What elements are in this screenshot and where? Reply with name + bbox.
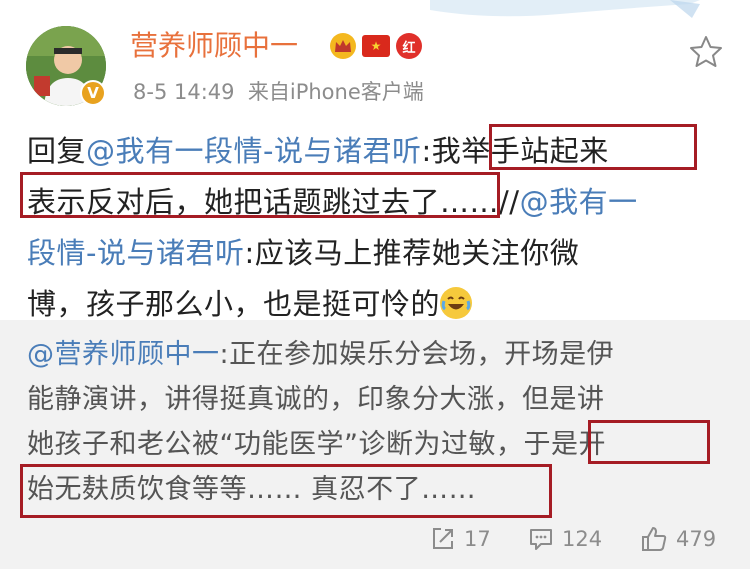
repost-count: 17 [464, 527, 491, 551]
comment-count: 124 [562, 527, 603, 551]
comment-icon [530, 529, 552, 550]
post-meta: 8-5 14:49 来自iPhone客户端 [133, 76, 424, 106]
quote-line-1: @营养师顾中一:正在参加娱乐分会场，开场是伊 [27, 332, 727, 377]
quote-line-2: 能静演讲，讲得挺真诚的，印象分大涨，但是讲 [27, 377, 727, 422]
like-icon [642, 527, 667, 551]
crown-icon [330, 33, 356, 59]
mention-link[interactable]: @我有一段情-说与诸君听 [86, 134, 421, 168]
quote-text-1: :正在参加娱乐分会场，开场是伊 [219, 339, 615, 370]
username[interactable]: 营养师顾中一 [130, 28, 298, 64]
repost-icon [433, 528, 453, 549]
quote-mention-link[interactable]: @营养师顾中一 [27, 339, 220, 370]
top-decoration [430, 0, 700, 18]
quote-text-3a: 她孩子和老公被“功能医学”诊断为过敏， [27, 429, 524, 460]
verified-icon: V [80, 80, 106, 106]
red-v-badge: 红 [396, 33, 422, 59]
like-count: 479 [676, 527, 717, 551]
post-time: 8-5 14:49 [133, 80, 235, 104]
comment-button[interactable]: 124 [528, 521, 602, 557]
highlight-box-3 [588, 420, 710, 464]
highlight-box-1 [489, 124, 697, 170]
post-text-3: :应该马上推荐她关注你微 [244, 236, 580, 270]
china-flag-icon: ★ [362, 35, 390, 57]
reply-prefix: 回复 [27, 134, 87, 168]
star-icon[interactable] [688, 34, 724, 70]
user-badges: ★ 红 [330, 33, 422, 59]
post-text-4: 博，孩子那么小，也是挺可怜的 [27, 287, 441, 321]
action-bar: 17 124 479 [0, 521, 750, 557]
mention-link-2b[interactable]: 段情-说与诸君听 [27, 236, 244, 270]
like-button[interactable]: 479 [640, 521, 716, 557]
post-source: 来自iPhone客户端 [247, 80, 424, 104]
laughing-tears-emoji [440, 287, 473, 319]
highlight-box-4 [20, 464, 552, 518]
repost-button[interactable]: 17 [430, 521, 491, 557]
colon: : [421, 134, 432, 168]
mention-link-2a[interactable]: @我有一 [520, 185, 638, 219]
post-line-3: 段情-说与诸君听:应该马上推荐她关注你微 [27, 228, 717, 279]
highlight-box-2 [20, 172, 500, 218]
quote-text-2: 能静演讲，讲得挺真诚的，印象分大涨，但是讲 [27, 384, 605, 415]
